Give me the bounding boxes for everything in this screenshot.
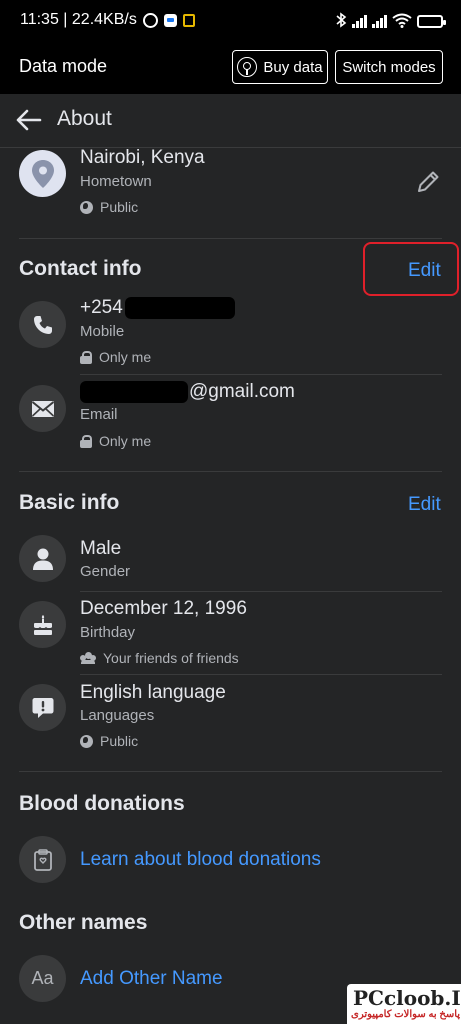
birthday-label: Birthday [80,624,136,641]
email-privacy: Only me [80,433,151,449]
status-bar: 11:35 | 22.4KB/s [0,0,461,40]
phone-privacy: Only me [80,349,151,365]
section-divider [19,238,442,239]
wifi-icon [392,13,412,31]
page-title: About [57,107,112,130]
phone-icon [19,301,66,348]
watermark: PCcloob.Ir پاسخ به سوالات کامپیوتری [347,984,461,1024]
blood-donations-title: Blood donations [19,792,185,815]
signal-strength-icon [352,15,367,28]
clipboard-icon [19,836,66,883]
hometown-label: Hometown [80,173,152,190]
broadcast-icon [237,57,258,77]
location-pin-icon [19,150,66,197]
item-divider [80,591,442,592]
add-other-name-link[interactable]: Add Other Name [80,968,223,990]
back-arrow-icon[interactable] [14,105,44,135]
email-domain: @gmail.com [189,381,295,403]
buy-data-button[interactable]: Buy data [232,50,328,84]
battery-icon [417,15,446,28]
sim-card-icon [182,13,195,27]
switch-modes-button[interactable]: Switch modes [335,50,443,84]
hometown-value: Nairobi, Kenya [80,147,205,168]
section-divider [19,771,442,772]
item-divider [80,674,442,675]
lock-icon [80,351,92,364]
switch-modes-label: Switch modes [342,58,436,76]
page-header: About [0,94,461,148]
person-icon [19,535,66,582]
buy-data-label: Buy data [263,58,323,76]
data-mode-title: Data mode [19,56,108,76]
language-privacy-label: Public [100,733,139,749]
contact-info-title: Contact info [19,257,142,280]
item-divider [80,374,442,375]
language-value: English language [80,682,226,703]
gender-label: Gender [80,563,131,580]
font-aa-icon: Aa [19,955,66,1002]
phone-value: +254 [80,297,235,319]
redacted-mark [80,381,188,403]
section-divider [19,471,442,472]
birthday-privacy: Your friends of friends [80,650,239,666]
friends-icon [80,652,96,664]
font-aa-label: Aa [31,968,54,988]
language-label: Languages [80,707,155,724]
redacted-mark [124,297,235,319]
learn-blood-donations-link[interactable]: Learn about blood donations [80,849,321,871]
alarm-icon [142,12,158,28]
email-label: Email [80,406,118,423]
email-privacy-label: Only me [99,433,152,449]
email-value: @gmail.com [80,381,295,403]
status-time-speed: 11:35 | 22.4KB/s [20,11,137,28]
globe-icon [80,200,93,214]
phone-prefix: +254 [80,297,123,319]
other-names-title: Other names [19,911,148,934]
globe-icon [80,734,93,748]
birthday-value: December 12, 1996 [80,598,247,619]
bluetooth-icon [336,12,347,31]
lock-icon [80,435,92,448]
birthday-cake-icon [19,601,66,648]
basic-info-title: Basic info [19,491,120,514]
watermark-subtitle: پاسخ به سوالات کامپیوتری [351,1009,461,1020]
hometown-privacy: Public [80,199,138,215]
birthday-privacy-label: Your friends of friends [103,650,239,666]
basic-edit-link[interactable]: Edit [408,494,441,516]
hometown-privacy-label: Public [100,199,139,215]
watermark-title: PCcloob.Ir [353,986,461,1010]
language-privacy: Public [80,733,138,749]
pencil-edit-icon[interactable] [414,168,442,201]
envelope-icon [19,385,66,432]
language-bubble-icon [19,684,66,731]
phone-label: Mobile [80,323,125,340]
gender-value: Male [80,538,122,559]
data-mode-bar: Data mode Buy data Switch modes [0,40,461,94]
message-notification-icon [163,13,177,27]
signal-strength-icon-2 [372,15,387,28]
phone-privacy-label: Only me [99,349,152,365]
contact-edit-link[interactable]: Edit [408,260,441,282]
